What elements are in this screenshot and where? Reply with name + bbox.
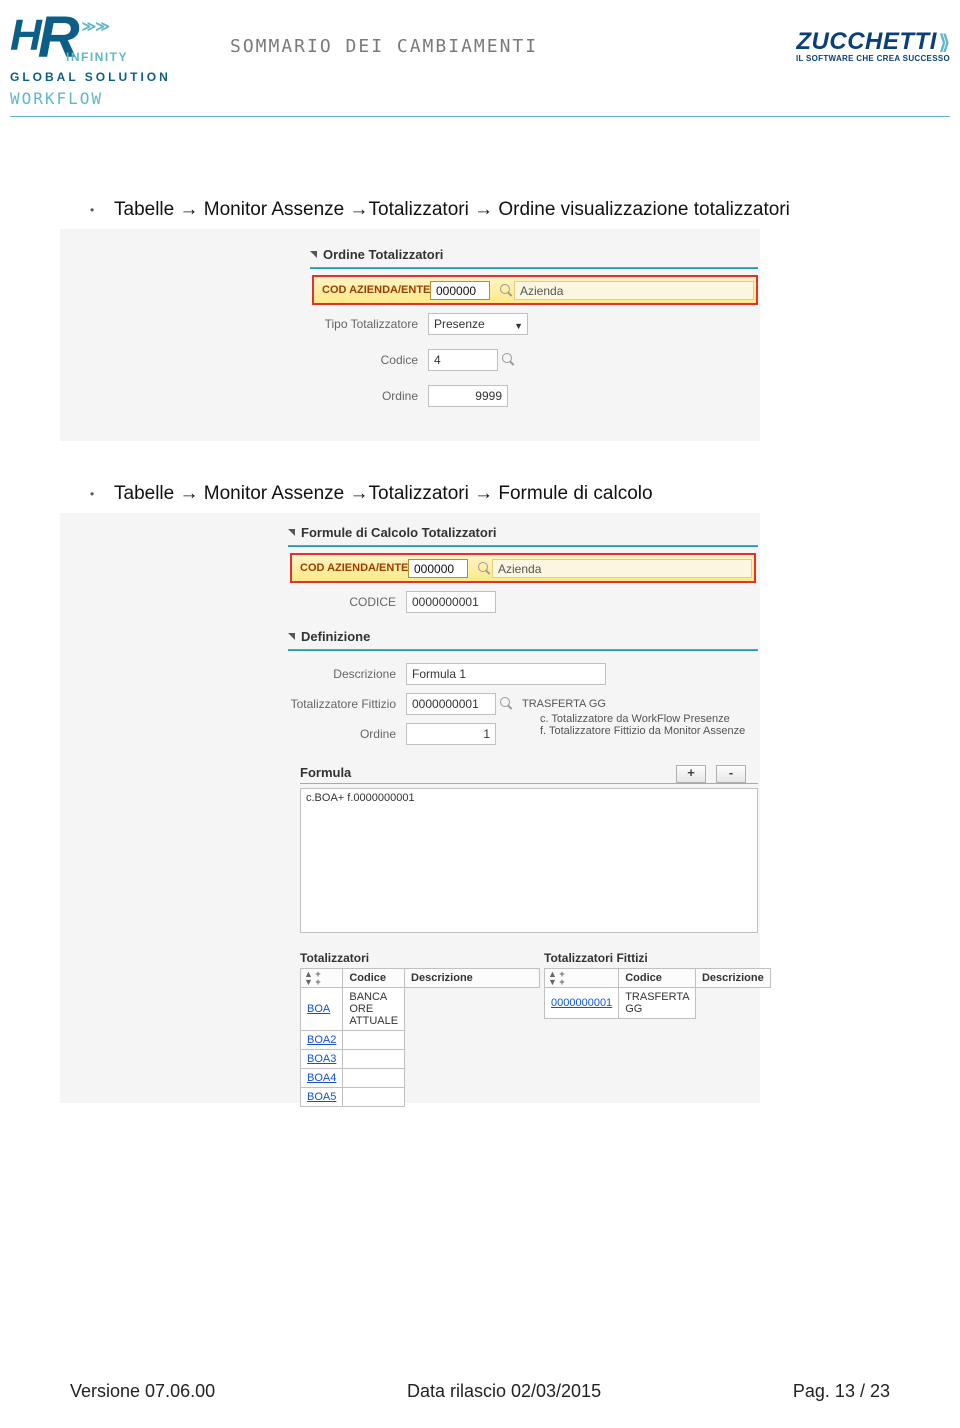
zucchetti-subtitle: IL SOFTWARE CHE CREA SUCCESSO — [750, 54, 950, 63]
table-row: 0000000001TRASFERTA GG — [545, 987, 771, 1018]
search-icon[interactable] — [500, 697, 514, 711]
cod-azienda-input-2[interactable]: 000000 — [408, 559, 468, 578]
totfit-title: Totalizzatori Fittizi — [544, 951, 754, 965]
cod-azienda-label-1: COD AZIENDA/ENTE — [322, 284, 430, 296]
cod-azienda-label-2: COD AZIENDA/ENTE — [300, 562, 408, 574]
code-link[interactable]: 0000000001 — [545, 987, 619, 1018]
table-row: BOA4 — [301, 1068, 540, 1087]
th-desc-1: Descrizione — [405, 968, 540, 987]
highlight-cod-azienda-2: COD AZIENDA/ENTE 000000 Azienda — [290, 553, 756, 583]
section-underline-2 — [288, 545, 758, 547]
th-codice-1: Codice — [343, 968, 405, 987]
definizione-title: Definizione — [301, 629, 370, 644]
table-row: BOABANCA ORE ATTUALE — [301, 987, 540, 1030]
t2-body: 0000000001TRASFERTA GG — [545, 987, 771, 1018]
totfit-input[interactable]: 0000000001 — [406, 693, 496, 715]
code-link[interactable]: BOA — [301, 987, 343, 1030]
workflow-label: WORKFLOW — [10, 89, 210, 108]
codice-input-2[interactable]: 0000000001 — [406, 591, 496, 613]
page-footer: Versione 07.06.00 Data rilascio 02/03/20… — [70, 1381, 890, 1402]
footer-release: Data rilascio 02/03/2015 — [407, 1381, 601, 1402]
note-f: f. Totalizzatore Fittizio da Monitor Ass… — [540, 725, 745, 737]
hr-infinity-label: INFINITY — [66, 50, 210, 64]
section-title-2: Formule di Calcolo Totalizzatori — [301, 525, 497, 540]
totalizzatori-fittizi-table: Totalizzatori Fittizi ▲ +▼ + Codice Desc… — [544, 951, 754, 1019]
table-row: BOA3 — [301, 1049, 540, 1068]
global-solution-label: GLOBAL SOLUTION — [10, 70, 210, 84]
formula-label: Formula — [300, 765, 351, 780]
zucchetti-text: ZUCCHETTI — [796, 28, 936, 56]
section-header-2: Formule di Calcolo Totalizzatori — [288, 525, 497, 540]
cod-azienda-input-1[interactable]: 000000 — [430, 281, 490, 300]
totalizzatori-title: Totalizzatori — [300, 951, 540, 965]
th-codice-2: Codice — [619, 968, 696, 987]
list-item: • Tabelle → Monitor Assenze →Totalizzato… — [90, 481, 900, 507]
footer-version: Versione 07.06.00 — [70, 1381, 215, 1402]
page-header: H R ≫≫ INFINITY GLOBAL SOLUTION WORKFLOW… — [0, 0, 960, 108]
totfit-label: Totalizzatore Fittizio — [286, 697, 406, 711]
bullet-icon: • — [90, 197, 114, 223]
item1-title: Tabelle → Monitor Assenze →Totalizzatori… — [114, 197, 790, 223]
triangle-icon — [288, 633, 295, 640]
zucchetti-logo: ZUCCHETTI ⟫ IL SOFTWARE CHE CREA SUCCESS… — [750, 10, 950, 63]
tipo-totalizzatore-select[interactable]: Presenze — [428, 313, 528, 335]
ordine-input-1[interactable]: 9999 — [428, 385, 508, 407]
search-icon[interactable] — [478, 562, 492, 576]
screenshot-formule-calcolo: Formule di Calcolo Totalizzatori COD AZI… — [60, 513, 760, 1103]
hr-h: H — [10, 16, 40, 56]
descrizione-label: Descrizione — [286, 667, 406, 681]
footer-page: Pag. 13 / 23 — [793, 1381, 890, 1402]
code-link[interactable]: BOA3 — [301, 1049, 343, 1068]
notes-block: c. Totalizzatore da WorkFlow Presenze f.… — [540, 713, 745, 737]
formula-minus-button[interactable]: - — [716, 765, 746, 783]
sort-icon[interactable]: ▲ +▼ + — [545, 968, 619, 987]
formula-textarea[interactable]: c.BOA+ f.0000000001 — [300, 788, 758, 933]
totalizzatori-table: Totalizzatori ▲ +▼ + Codice Descrizione … — [300, 951, 540, 1107]
triangle-icon — [310, 251, 317, 258]
section-title-1: Ordine Totalizzatori — [323, 247, 443, 262]
content: • Tabelle → Monitor Assenze →Totalizzato… — [0, 117, 960, 1103]
t1-body: BOABANCA ORE ATTUALEBOA2BOA3BOA4BOA5 — [301, 987, 540, 1106]
codice-input-1[interactable]: 4 — [428, 349, 498, 371]
code-link[interactable]: BOA5 — [301, 1087, 343, 1106]
definizione-underline — [288, 649, 758, 651]
totfit-text: TRASFERTA GG — [522, 698, 606, 710]
code-link[interactable]: BOA2 — [301, 1030, 343, 1049]
hr-logo: H R ≫≫ INFINITY GLOBAL SOLUTION WORKFLOW — [10, 10, 210, 108]
th-desc-2: Descrizione — [695, 968, 770, 987]
azienda-name-2[interactable]: Azienda — [492, 559, 752, 578]
triangle-icon — [288, 529, 295, 536]
ordine-label-2: Ordine — [286, 727, 406, 741]
ordine-label-1: Ordine — [308, 389, 428, 403]
search-icon[interactable] — [502, 353, 516, 367]
tipo-totalizzatore-label: Tipo Totalizzatore — [308, 317, 428, 331]
note-c: c. Totalizzatore da WorkFlow Presenze — [540, 713, 745, 725]
screenshot-ordine-totalizzatori: Ordine Totalizzatori COD AZIENDA/ENTE 00… — [60, 229, 760, 441]
table-row: BOA2 — [301, 1030, 540, 1049]
codice-label-2: CODICE — [286, 595, 406, 609]
section-underline-1 — [310, 267, 758, 269]
definizione-header: Definizione — [288, 629, 370, 644]
formula-underline — [300, 783, 758, 784]
search-icon[interactable] — [500, 284, 514, 298]
sort-icon[interactable]: ▲ +▼ + — [301, 968, 343, 987]
list-item: • Tabelle → Monitor Assenze →Totalizzato… — [90, 197, 900, 223]
ordine-input-2[interactable]: 1 — [406, 723, 496, 745]
page-title: SOMMARIO DEI CAMBIAMENTI — [210, 10, 750, 57]
descrizione-input[interactable]: Formula 1 — [406, 663, 606, 685]
item2-title: Tabelle → Monitor Assenze →Totalizzatori… — [114, 481, 653, 507]
code-link[interactable]: BOA4 — [301, 1068, 343, 1087]
formula-plus-button[interactable]: + — [676, 765, 706, 783]
codice-label-1: Codice — [308, 353, 428, 367]
bullet-icon: • — [90, 481, 114, 507]
highlight-cod-azienda-1: COD AZIENDA/ENTE 000000 Azienda — [312, 275, 758, 305]
azienda-name-1[interactable]: Azienda — [514, 281, 754, 300]
table-row: BOA5 — [301, 1087, 540, 1106]
section-header-1: Ordine Totalizzatori — [310, 247, 443, 262]
zucchetti-arrow-icon: ⟫ — [939, 30, 950, 55]
